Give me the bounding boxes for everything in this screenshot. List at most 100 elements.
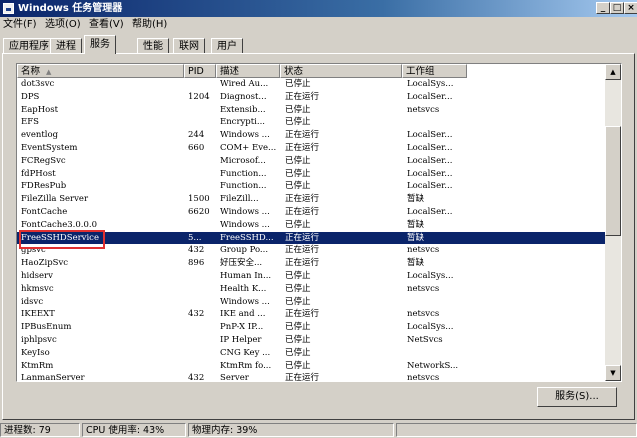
column-name[interactable]: 名称 ▲ bbox=[17, 64, 184, 78]
table-row[interactable]: hkmsvc Health K... 已停止 netsvcs bbox=[17, 283, 607, 296]
service-name: fdPHost bbox=[21, 168, 56, 179]
table-row[interactable]: gpsvc 432 Group Po... 正在运行 netsvcs bbox=[17, 244, 607, 257]
services-button[interactable]: 服务(S)... bbox=[537, 387, 617, 407]
table-row[interactable]: FreeSSHDService 5... FreeSSHD... 正在运行 暂缺 bbox=[17, 231, 607, 245]
service-status: 正在运行 bbox=[285, 91, 320, 102]
table-row[interactable]: fdPHost Function... 已停止 LocalSer... bbox=[17, 168, 607, 181]
scroll-thumb[interactable] bbox=[605, 126, 621, 236]
service-pid: 1500 bbox=[188, 194, 210, 205]
service-group: LocalSer... bbox=[407, 181, 453, 192]
menu-bar: 文件(F) 选项(O) 查看(V) 帮助(H) bbox=[0, 17, 637, 33]
service-name: eventlog bbox=[21, 130, 59, 141]
column-pid[interactable]: PID bbox=[184, 64, 216, 78]
tab-users[interactable]: 用户 bbox=[211, 38, 243, 53]
tab-applications[interactable]: 应用程序 bbox=[3, 38, 55, 53]
menu-file[interactable]: 文件(F) bbox=[0, 17, 40, 33]
service-status: 正在运行 bbox=[285, 207, 320, 217]
service-status: 已停止 bbox=[285, 117, 311, 128]
service-status: 已停止 bbox=[285, 296, 311, 307]
service-description: PnP-X IP... bbox=[220, 322, 264, 333]
service-name: LanmanServer bbox=[21, 373, 85, 382]
service-description: CNG Key ... bbox=[220, 347, 271, 358]
table-row[interactable]: FileZilla Server 1500 FileZill... 正在运行 暂缺 bbox=[17, 193, 607, 206]
service-group: 暂缺 bbox=[407, 194, 425, 205]
service-description: Windows ... bbox=[220, 207, 270, 217]
service-status: 正在运行 bbox=[285, 309, 320, 320]
service-description: Diagnost... bbox=[220, 91, 267, 102]
menu-help[interactable]: 帮助(H) bbox=[129, 17, 170, 33]
table-row[interactable]: hidserv Human In... 已停止 LocalSys... bbox=[17, 270, 607, 283]
service-group: LocalSer... bbox=[407, 91, 453, 102]
service-description: Group Po... bbox=[220, 245, 269, 256]
service-group: netsvcs bbox=[407, 373, 440, 382]
service-name: FontCache bbox=[21, 207, 68, 217]
down-arrow-icon[interactable]: ▼ bbox=[605, 365, 621, 381]
sort-up-icon: ▲ bbox=[46, 68, 52, 76]
tab-processes[interactable]: 进程 bbox=[50, 38, 82, 53]
service-name: EventSystem bbox=[21, 143, 78, 153]
table-row[interactable]: IKEEXT 432 IKE and ... 正在运行 netsvcs bbox=[17, 308, 607, 321]
service-name: idsvc bbox=[21, 296, 44, 307]
maximize-button[interactable]: □ bbox=[610, 2, 624, 14]
service-name: FCRegSvc bbox=[21, 155, 66, 166]
table-row[interactable]: dot3svc Wired Au... 已停止 LocalSys... bbox=[17, 78, 607, 91]
service-group: LocalSer... bbox=[407, 168, 453, 179]
table-row[interactable]: FontCache3.0.0.0 Windows ... 已停止 暂缺 bbox=[17, 219, 607, 232]
service-status: 正在运行 bbox=[285, 232, 320, 243]
table-row[interactable]: iphlpsvc IP Helper 已停止 NetSvcs bbox=[17, 334, 607, 347]
menu-options[interactable]: 选项(O) bbox=[42, 17, 84, 33]
service-description: FileZill... bbox=[220, 194, 259, 205]
service-status: 已停止 bbox=[285, 104, 311, 115]
service-group: LocalSys... bbox=[407, 322, 454, 333]
table-row[interactable]: IPBusEnum PnP-X IP... 已停止 LocalSys... bbox=[17, 321, 607, 334]
table-row[interactable]: KeyIso CNG Key ... 已停止 bbox=[17, 347, 607, 360]
process-count: 进程数: 79 bbox=[0, 423, 80, 437]
table-row[interactable]: EapHost Extensib... 已停止 netsvcs bbox=[17, 104, 607, 117]
table-row[interactable]: FDResPub Function... 已停止 LocalSer... bbox=[17, 180, 607, 193]
table-row[interactable]: EFS Encrypti... 已停止 bbox=[17, 116, 607, 129]
table-row[interactable]: KtmRm KtmRm fo... 已停止 NetworkS... bbox=[17, 360, 607, 373]
table-row[interactable]: FontCache 6620 Windows ... 正在运行 LocalSer... bbox=[17, 206, 607, 219]
tab-services[interactable]: 服务 bbox=[84, 35, 116, 54]
service-group: LocalSer... bbox=[407, 207, 453, 217]
service-status: 正在运行 bbox=[285, 143, 320, 153]
tab-performance[interactable]: 性能 bbox=[137, 38, 169, 53]
table-row[interactable]: FCRegSvc Microsof... 已停止 LocalSer... bbox=[17, 155, 607, 168]
service-status: 已停止 bbox=[285, 360, 311, 371]
service-status: 正在运行 bbox=[285, 373, 320, 382]
vertical-scrollbar[interactable]: ▲ ▼ bbox=[605, 64, 621, 381]
up-arrow-icon[interactable]: ▲ bbox=[605, 64, 621, 80]
service-name: KtmRm bbox=[21, 360, 54, 371]
column-group[interactable]: 工作组 bbox=[402, 64, 467, 78]
service-group: netsvcs bbox=[407, 245, 440, 256]
highlight-box bbox=[19, 230, 105, 249]
service-status: 已停止 bbox=[285, 168, 311, 179]
status-spare bbox=[396, 423, 637, 437]
menu-view[interactable]: 查看(V) bbox=[86, 17, 127, 33]
window-title: Windows 任务管理器 bbox=[18, 3, 123, 14]
service-description: Extensib... bbox=[220, 104, 266, 115]
table-row[interactable]: idsvc Windows ... 已停止 bbox=[17, 296, 607, 309]
column-status[interactable]: 状态 bbox=[280, 64, 402, 78]
services-list[interactable]: 名称 ▲ PID 描述 状态 工作组 dot3svc Wired Au... 已停止 L… bbox=[16, 63, 622, 382]
service-description: Microsof... bbox=[220, 155, 266, 166]
column-description[interactable]: 描述 bbox=[216, 64, 280, 78]
minimize-button[interactable]: _ bbox=[596, 2, 610, 14]
table-row[interactable]: eventlog 244 Windows ... 正在运行 LocalSer... bbox=[17, 129, 607, 142]
service-name: hkmsvc bbox=[21, 283, 54, 294]
service-name: iphlpsvc bbox=[21, 335, 57, 345]
table-row[interactable]: LanmanServer 432 Server 正在运行 netsvcs bbox=[17, 372, 607, 382]
task-manager-icon bbox=[3, 3, 14, 14]
close-button[interactable]: × bbox=[624, 2, 637, 14]
service-status: 已停止 bbox=[285, 283, 311, 294]
service-name: EFS bbox=[21, 117, 39, 128]
table-row[interactable]: HaoZipSvc 896 好压安全... 正在运行 暂缺 bbox=[17, 257, 607, 270]
service-group: NetSvcs bbox=[407, 335, 443, 345]
service-pid: 6620 bbox=[188, 207, 210, 217]
service-pid: 896 bbox=[188, 258, 205, 269]
column-name-label: 名称 bbox=[21, 66, 41, 77]
table-row[interactable]: DPS 1204 Diagnost... 正在运行 LocalSer... bbox=[17, 91, 607, 104]
service-name: IKEEXT bbox=[21, 309, 55, 320]
tab-networking[interactable]: 联网 bbox=[173, 38, 205, 53]
table-row[interactable]: EventSystem 660 COM+ Eve... 正在运行 LocalSer... bbox=[17, 142, 607, 155]
